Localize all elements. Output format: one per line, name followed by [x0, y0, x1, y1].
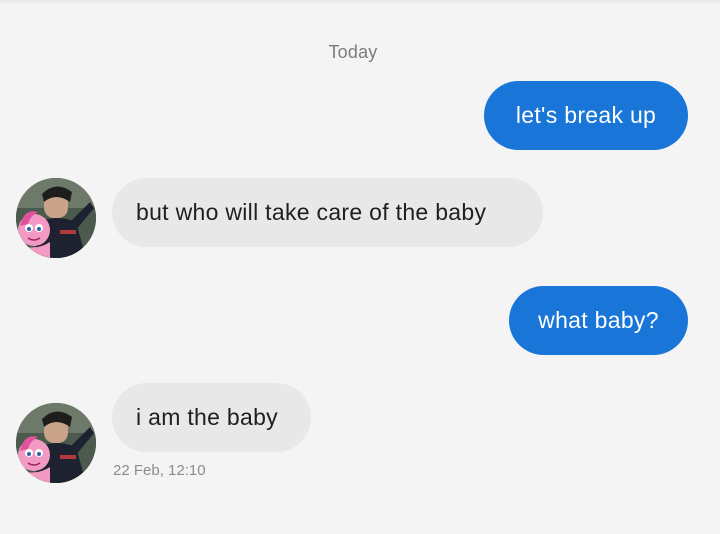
contact-avatar[interactable]: [16, 178, 96, 258]
message-text: what baby?: [538, 307, 659, 333]
message-text: but who will take care of the baby: [136, 199, 487, 225]
avatar-photo-icon: [16, 178, 96, 258]
message-text: let's break up: [515, 102, 657, 128]
contact-avatar[interactable]: [16, 403, 96, 483]
incoming-message-bubble[interactable]: but who will take care of the baby: [112, 178, 543, 247]
message-text: i am the baby: [136, 404, 278, 430]
avatar-photo-icon: [16, 403, 96, 483]
top-divider: [0, 0, 720, 4]
incoming-message-bubble[interactable]: i am the baby: [112, 383, 311, 452]
outgoing-message-bubble[interactable]: what baby?: [509, 286, 688, 355]
message-timestamp: 22 Feb, 12:10: [113, 462, 206, 479]
date-separator: Today: [328, 42, 378, 62]
outgoing-message-bubble[interactable]: let's break up: [484, 81, 688, 150]
